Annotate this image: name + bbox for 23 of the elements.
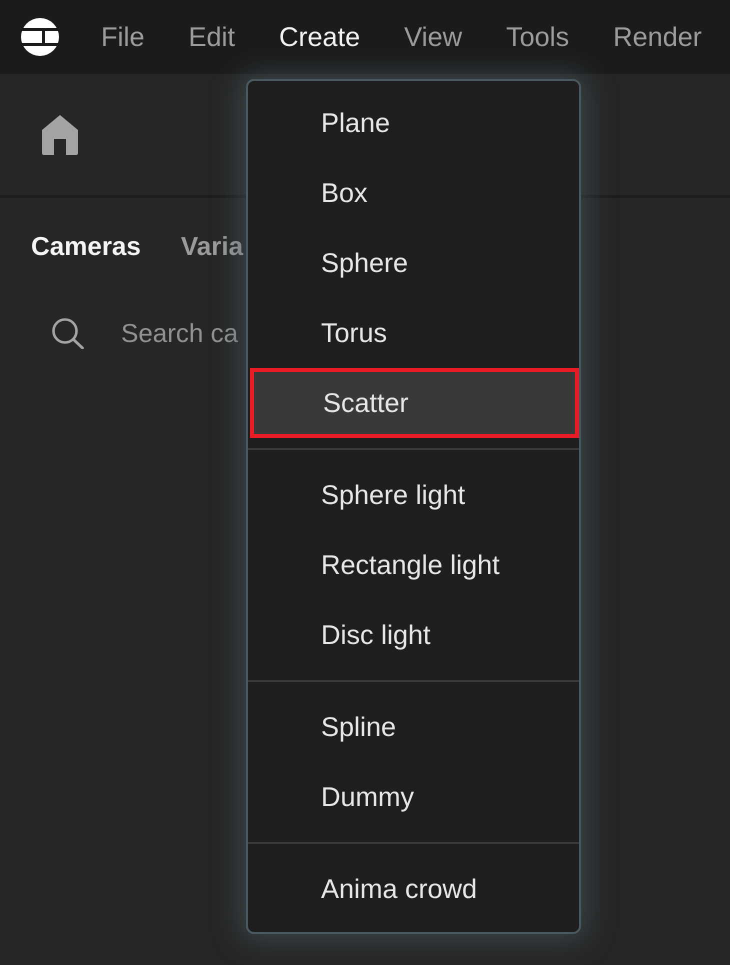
home-icon[interactable] — [42, 114, 78, 154]
menu-bar-item[interactable]: Render — [613, 20, 702, 54]
panel-tab[interactable]: Varia — [180, 231, 244, 262]
menu-bar-item[interactable]: View — [404, 20, 462, 54]
menu-bar-item[interactable]: Create — [279, 20, 360, 54]
dropdown-menu-item[interactable]: Dummy — [248, 762, 579, 832]
dropdown-menu-item[interactable]: Disc light — [248, 600, 579, 670]
search-field[interactable]: Search ca — [121, 314, 244, 354]
dropdown-menu-item[interactable]: Rectangle light — [248, 530, 579, 600]
dropdown-menu-item[interactable]: Spline — [248, 692, 579, 762]
dropdown-menu-item[interactable]: Plane — [248, 88, 579, 158]
menu-bar-item[interactable]: Tools — [506, 20, 570, 54]
menu-bar-item[interactable]: File — [101, 20, 145, 54]
dropdown-menu-item[interactable]: Sphere light — [248, 460, 579, 530]
dropdown-menu-item[interactable]: Box — [248, 158, 579, 228]
logo-icon — [20, 18, 60, 56]
dropdown-menu-item[interactable]: Sphere — [248, 228, 579, 298]
search-icon — [52, 318, 84, 350]
dropdown-menu-item[interactable]: Torus — [248, 298, 579, 368]
dropdown-menu-item[interactable]: Anima crowd — [248, 854, 579, 924]
menu-bar-item[interactable]: Edit — [188, 20, 236, 54]
panel-tab[interactable]: Cameras — [31, 231, 141, 262]
dropdown-menu-item[interactable]: Scatter — [250, 368, 579, 438]
